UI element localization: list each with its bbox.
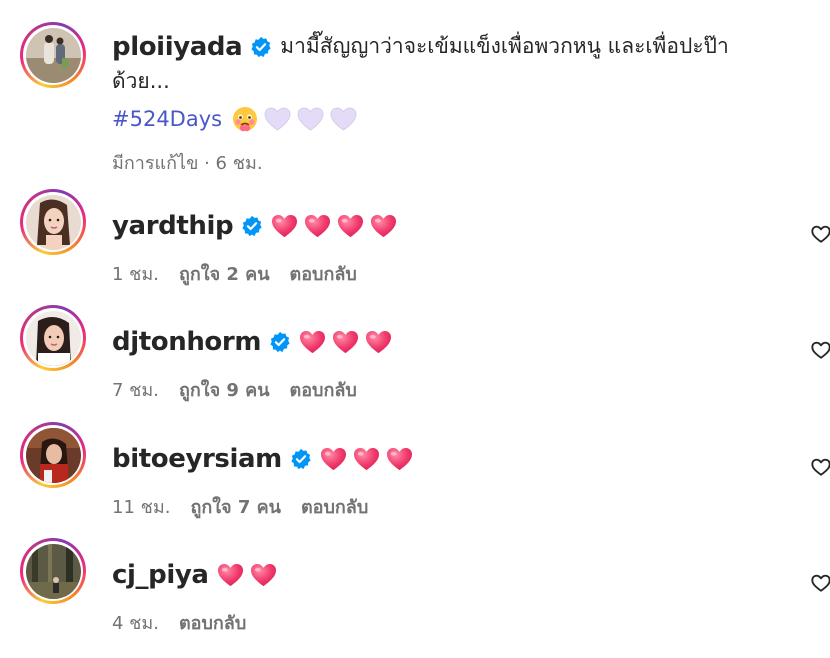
verified-badge-icon (250, 36, 272, 58)
comment-avatar (23, 541, 83, 601)
comment-time: 11 ชม. (112, 497, 171, 518)
comment-text-hearts (299, 330, 398, 355)
heart-outline-icon[interactable] (810, 223, 830, 245)
comment-avatar-ring[interactable] (20, 189, 86, 255)
reply-button[interactable]: ตอบกลับ (290, 375, 357, 404)
white-heart-emoji-icon (264, 107, 291, 132)
red-heart-emoji-icon (332, 330, 359, 355)
likes-count[interactable]: ถูกใจ 2 คน (179, 259, 270, 288)
comment-avatar (23, 308, 83, 368)
caption: ploiiyada มามี๊สัญญาว่าจะเข้มแข็งเพื่อพว… (112, 30, 729, 177)
comment-avatar-ring[interactable] (20, 538, 86, 604)
heart-outline-icon[interactable] (810, 339, 830, 361)
red-heart-emoji-icon (365, 330, 392, 355)
reply-button[interactable]: ตอบกลับ (290, 259, 357, 288)
likes-count[interactable]: ถูกใจ 9 คน (179, 375, 270, 404)
comment-username[interactable]: yardthip (112, 211, 234, 241)
caption-text-line2: ด้วย... (112, 69, 170, 93)
verified-badge-icon (290, 448, 312, 470)
verified-badge-icon (241, 215, 263, 237)
comment-item: cj_piya 4 ชม. ตอบกลับ (112, 560, 830, 637)
comment-item: djtonhorm 7 ชม. ถูกใจ 9 คน ตอบกลับ (112, 327, 830, 404)
white-heart-emoji-icon (297, 107, 324, 132)
avatar-photo (25, 427, 81, 483)
heart-outline-icon[interactable] (810, 456, 830, 478)
edited-label: มีการแก้ไข · 6 ชม. (112, 153, 263, 174)
comment-username[interactable]: cj_piya (112, 560, 209, 590)
avatar-photo (25, 27, 81, 83)
comment-text-hearts (320, 447, 419, 472)
avatar-photo (25, 194, 81, 250)
comment-avatar (23, 192, 83, 252)
face-holding-back-tears-emoji-icon (232, 106, 258, 132)
red-heart-emoji-icon (386, 447, 413, 472)
white-heart-emoji-icon (330, 107, 357, 132)
avatar-photo (25, 310, 81, 366)
comment-text-hearts (271, 214, 403, 239)
likes-count[interactable]: ถูกใจ 7 คน (190, 492, 281, 521)
comment-item: yardthip 1 ชม. ถูกใจ 2 คน ตอบกลับ (112, 211, 830, 288)
comment-avatar-ring[interactable] (20, 305, 86, 371)
verified-badge-icon (269, 331, 291, 353)
caption-avatar (23, 25, 83, 85)
red-heart-emoji-icon (271, 214, 298, 239)
red-heart-emoji-icon (250, 563, 277, 588)
red-heart-emoji-icon (337, 214, 364, 239)
comment-avatar-ring[interactable] (20, 422, 86, 488)
comment-time: 1 ชม. (112, 264, 159, 285)
red-heart-emoji-icon (304, 214, 331, 239)
comment-time: 4 ชม. (112, 613, 159, 634)
heart-outline-icon[interactable] (810, 572, 830, 594)
red-heart-emoji-icon (353, 447, 380, 472)
red-heart-emoji-icon (370, 214, 397, 239)
red-heart-emoji-icon (320, 447, 347, 472)
reply-button[interactable]: ตอบกลับ (301, 492, 368, 521)
comment-username[interactable]: bitoeyrsiam (112, 444, 282, 474)
comment-username[interactable]: djtonhorm (112, 327, 261, 357)
avatar-photo (25, 543, 81, 599)
reply-button[interactable]: ตอบกลับ (179, 608, 246, 637)
caption-text-line1: มามี๊สัญญาว่าจะเข้มแข็งเพื่อพวกหนู และเพ… (280, 34, 729, 58)
red-heart-emoji-icon (217, 563, 244, 588)
caption-username[interactable]: ploiiyada (112, 32, 243, 62)
hashtag-link[interactable]: #524Days (112, 107, 222, 131)
comment-text-hearts (217, 563, 283, 588)
comment-time: 7 ชม. (112, 380, 159, 401)
comment-avatar (23, 425, 83, 485)
red-heart-emoji-icon (299, 330, 326, 355)
caption-avatar-ring[interactable] (20, 22, 86, 88)
comment-item: bitoeyrsiam 11 ชม. ถูกใจ 7 คน ตอบกลับ (112, 444, 830, 521)
